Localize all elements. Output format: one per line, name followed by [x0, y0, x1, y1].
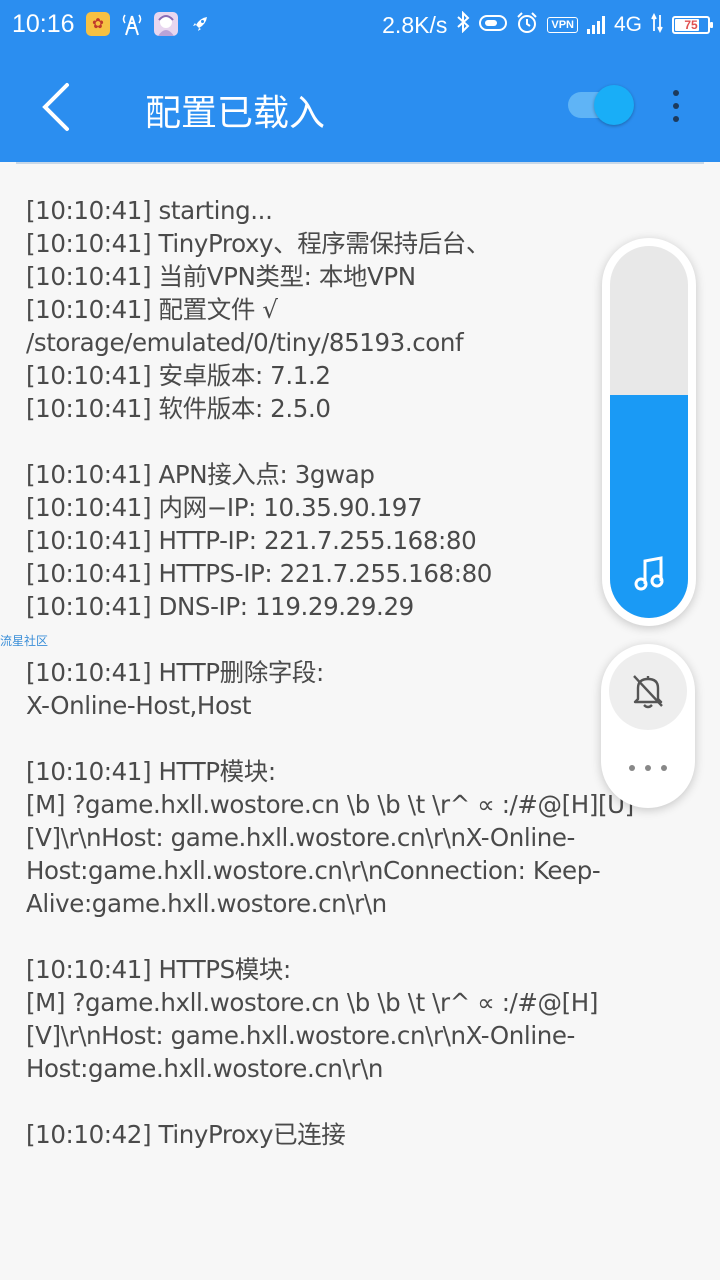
watermark: 流星社区: [0, 634, 49, 648]
log-line: [10:10:41] HTTPS模块:: [26, 955, 291, 984]
log-line: [10:10:41] 内网−IP: 10.35.90.197: [26, 493, 423, 522]
more-dot: [673, 103, 679, 109]
log-line: [10:10:41] HTTP模块:: [26, 757, 276, 786]
avatar-icon: [154, 12, 178, 36]
back-button[interactable]: [26, 76, 86, 138]
data-arrows-icon: [651, 12, 663, 38]
log-line: Host:game.hxll.wostore.cn\r\nConnection:…: [26, 856, 601, 885]
rocket-icon: [188, 12, 212, 36]
back-arrow-icon: [42, 83, 69, 131]
log-line: [10:10:41] HTTP-IP: 221.7.255.168:80: [26, 526, 477, 555]
log-line: [10:10:41] 安卓版本: 7.1.2: [26, 361, 331, 390]
status-bar: 10:16 ✿ 2.8K/s VPN 4G 75: [0, 0, 720, 52]
log-line: Alive:game.hxll.wostore.cn\r\n: [26, 889, 387, 918]
ringer-panel: [601, 644, 695, 808]
network-type: 4G: [613, 13, 642, 36]
bell-off-icon: [633, 675, 663, 709]
battery-icon: 75: [672, 16, 713, 34]
toggle-knob: [594, 85, 634, 125]
log-line: [10:10:41] starting...: [26, 196, 273, 225]
battery-percent: 75: [684, 18, 698, 32]
vpn-badge-icon: VPN: [547, 17, 578, 33]
more-dot: [645, 765, 651, 771]
page-title: 配置已载入: [145, 93, 326, 134]
log-line: [10:10:41] 配置文件 √: [26, 295, 278, 324]
log-line: [V]\r\nHost: game.hxll.wostore.cn\r\nX-O…: [26, 1021, 575, 1050]
log-line: [10:10:41] HTTPS-IP: 221.7.255.168:80: [26, 559, 492, 588]
more-dot: [629, 765, 635, 771]
log-line: [10:10:42] TinyProxy已连接: [26, 1120, 346, 1149]
log-line: [M] ?game.hxll.wostore.cn \b \b \t \r^ ∝…: [26, 988, 598, 1017]
signal-icon: [586, 16, 605, 34]
app-notification-icon: ✿: [86, 12, 110, 36]
net-speed: 2.8K/s: [382, 11, 448, 38]
log-line: X-Online-Host,Host: [26, 691, 252, 720]
volume-more-button[interactable]: [629, 762, 667, 774]
log-line: [M] ?game.hxll.wostore.cn \b \b \t \r^ ∝…: [26, 790, 634, 819]
log-line: [10:10:41] 当前VPN类型: 本地VPN: [26, 262, 416, 291]
log-line: [10:10:41] TinyProxy、程序需保持后台、: [26, 229, 490, 258]
music-note-icon: [634, 556, 664, 591]
ringer-mute-button[interactable]: [609, 652, 687, 730]
log-line: [10:10:41] HTTP删除字段:: [26, 658, 324, 687]
alarm-icon: [516, 11, 538, 39]
log-line: Host:game.hxll.wostore.cn\r\n: [26, 1054, 384, 1083]
log-line: [10:10:41] DNS-IP: 119.29.29.29: [26, 592, 414, 621]
log-line: [V]\r\nHost: game.hxll.wostore.cn\r\nX-O…: [26, 823, 575, 852]
app-bar: 配置已载入: [0, 52, 720, 162]
system-icons: 2.8K/s VPN 4G 75: [382, 10, 713, 39]
log-line: /storage/emulated/0/tiny/85193.conf: [26, 328, 464, 357]
notification-icons: ✿: [86, 12, 212, 36]
log-line: [10:10:41] APN接入点: 3gwap: [26, 460, 375, 489]
more-dot: [673, 116, 679, 122]
vpn-toggle[interactable]: [568, 85, 634, 125]
more-dot: [673, 90, 679, 96]
divider: [16, 162, 704, 164]
more-dot: [661, 765, 667, 771]
battery-saver-icon: [479, 14, 508, 37]
log-output: [10:10:41] starting... [10:10:41] TinyPro…: [26, 194, 666, 1151]
tower-icon: [120, 12, 144, 36]
status-time: 10:16: [12, 10, 75, 38]
overflow-menu-button[interactable]: [662, 86, 690, 126]
volume-slider[interactable]: [610, 246, 688, 618]
volume-panel: [602, 238, 696, 626]
bluetooth-icon: [456, 10, 470, 39]
log-line: [10:10:41] 软件版本: 2.5.0: [26, 394, 331, 423]
